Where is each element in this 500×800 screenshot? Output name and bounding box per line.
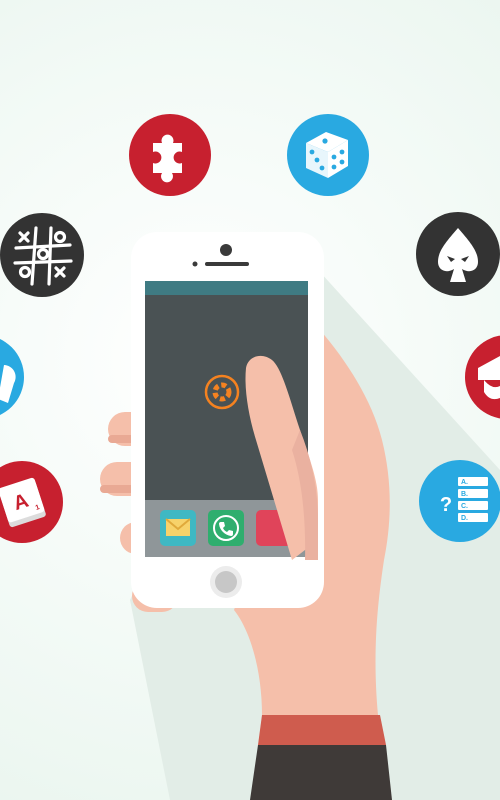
quiz-option-a: A.	[461, 479, 468, 486]
quiz-options-icon[interactable]: ? A. B. C. D.	[419, 460, 500, 542]
controller-icon[interactable]	[0, 335, 24, 419]
tic-tac-toe-icon[interactable]	[0, 213, 84, 297]
quiz-question-mark: ?	[440, 494, 452, 516]
quiz-option-b: B.	[461, 491, 468, 498]
puzzle-piece-icon[interactable]	[129, 114, 211, 196]
sleeve	[250, 715, 392, 800]
game-apps-illustration: A 1 ? A. B. C. D.	[0, 114, 500, 800]
earpiece-speaker	[205, 262, 249, 266]
spade-card-icon[interactable]	[416, 212, 500, 296]
proximity-sensor	[192, 261, 198, 267]
quiz-option-c: C.	[461, 503, 468, 510]
dice-icon[interactable]	[287, 114, 369, 196]
letter-tile-icon[interactable]: A 1	[0, 461, 63, 543]
mail-app-icon[interactable]	[160, 510, 196, 546]
front-camera	[220, 244, 232, 256]
screen-status-bar	[145, 281, 308, 295]
graduation-cap-icon[interactable]	[465, 335, 500, 419]
quiz-option-d: D.	[461, 515, 468, 522]
phone-app-icon[interactable]	[208, 510, 244, 546]
